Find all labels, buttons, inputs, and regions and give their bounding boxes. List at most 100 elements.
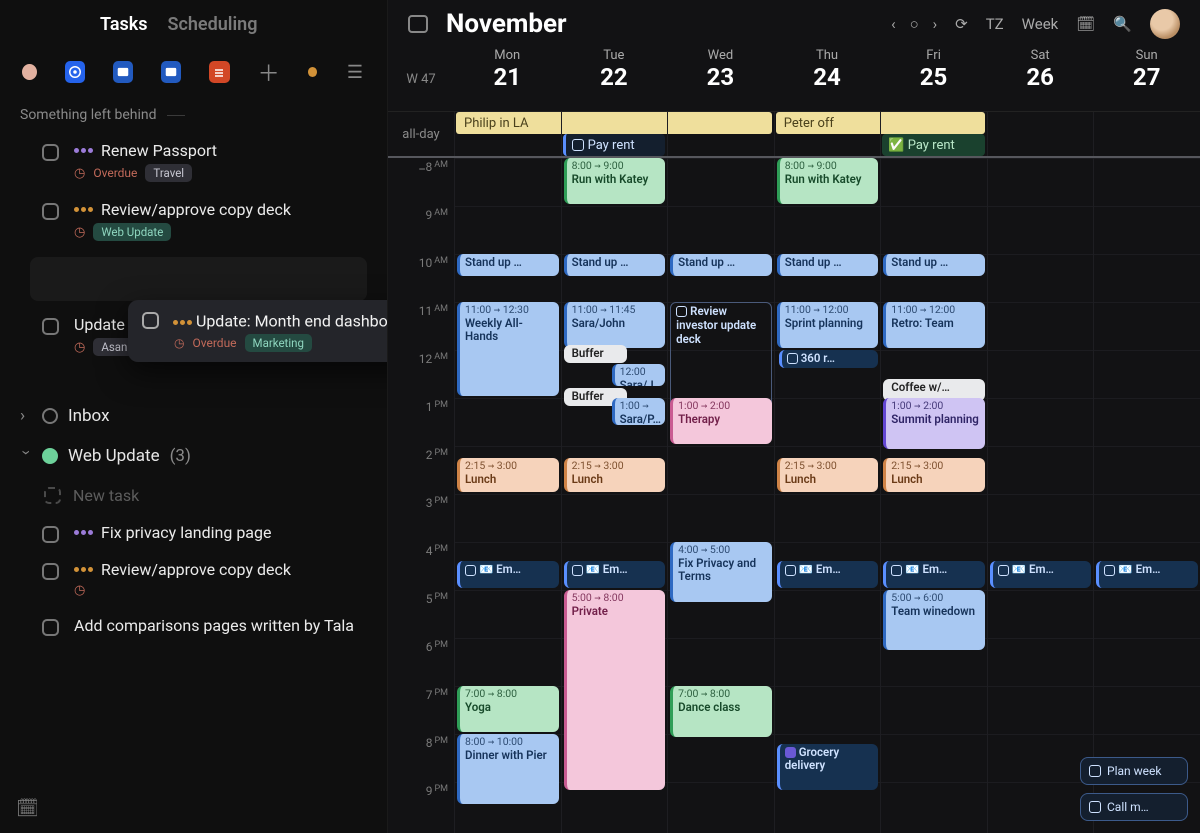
calendar-event[interactable]: 8:00 → 9:00Run with Katey [777, 158, 879, 204]
day-header-cell[interactable]: Tue22 [561, 48, 668, 111]
outlook-icon[interactable] [113, 61, 133, 83]
allday-cell[interactable] [667, 134, 774, 156]
allday-cell[interactable] [561, 112, 668, 134]
calendar-event[interactable]: 1:00 →Sara/P… [612, 398, 666, 425]
calendar-event[interactable]: 5:00 → 8:00Private [564, 590, 666, 790]
new-task-input[interactable]: New task [0, 476, 387, 515]
allday-cell[interactable] [987, 134, 1094, 156]
allday-cell[interactable] [880, 134, 987, 156]
calendar-footer-icon[interactable]: 🗓 [16, 798, 39, 819]
allday-cell[interactable] [1093, 112, 1200, 134]
day-column[interactable]: 📧 Em… [987, 158, 1094, 833]
todoist-icon[interactable] [209, 61, 229, 83]
checkbox-icon[interactable] [42, 318, 59, 335]
calendar-event[interactable]: Stand up … [564, 254, 666, 276]
checkbox-icon[interactable] [42, 526, 59, 543]
calendar-event[interactable]: 7:00 → 8:00Dance class [670, 686, 772, 737]
checkbox-icon[interactable] [465, 565, 476, 576]
calendar-event[interactable]: 8:00 → 9:00Run with Katey [564, 158, 666, 204]
checkbox-icon[interactable] [572, 565, 583, 576]
day-column[interactable]: 8:00 → 9:00Run with Katey Stand up … 11:00… [774, 158, 881, 833]
allday-cell[interactable] [454, 134, 561, 156]
view-selector[interactable]: Week [1022, 15, 1059, 33]
day-column[interactable]: Stand up …11:00 → 12:00Retro: TeamCoffee… [880, 158, 987, 833]
calendar-event[interactable]: Review investor update deck [670, 302, 772, 410]
calendar-event[interactable]: 📧 Em… [883, 561, 985, 588]
calendar-event[interactable]: 📧 Em… [1096, 561, 1198, 588]
tab-scheduling[interactable]: Scheduling [168, 14, 258, 35]
checkbox-icon[interactable] [42, 203, 59, 220]
task-item[interactable]: Add comparisons pages written by Tala [0, 608, 387, 645]
calendar-event[interactable]: 11:00 → 12:00Sprint planning [777, 302, 879, 348]
calendar-event[interactable]: 1:00 → 2:00Summit planning [883, 398, 985, 449]
calendar-event[interactable]: Grocery delivery [777, 744, 879, 790]
prev-week-icon[interactable]: ‹ [891, 15, 896, 33]
filter-dot-icon[interactable] [308, 67, 317, 77]
floating-task[interactable]: Call m… [1080, 793, 1188, 821]
checkbox-icon[interactable] [787, 353, 798, 364]
toggle-sidebar-icon[interactable] [408, 15, 428, 33]
time-grid[interactable]: − 8AM9AM10AM11AM12AM1PM2PM3PM4PM5PM6PM7P… [388, 158, 1200, 833]
checkbox-icon[interactable] [676, 306, 687, 317]
mini-calendar-icon[interactable]: 🗓 [1076, 15, 1095, 33]
calendar-event[interactable]: 11:00 → 12:00Retro: Team [883, 302, 985, 348]
calendar-event[interactable]: 11:00 → 11:45Sara/John [564, 302, 666, 348]
next-week-icon[interactable]: › [933, 15, 938, 33]
calendar-event[interactable]: 2:15 → 3:00Lunch [883, 458, 985, 492]
day-column[interactable]: Stand up … Review investor update deck1:0… [667, 158, 774, 833]
group-inbox[interactable]: › Inbox [0, 396, 387, 436]
day-header-cell[interactable]: Sat26 [987, 48, 1094, 111]
calendar-event[interactable]: 📧 Em… [990, 561, 1092, 588]
allday-cell[interactable] [1093, 134, 1200, 156]
allday-cell[interactable] [987, 112, 1094, 134]
day-column[interactable]: 📧 Em… [1093, 158, 1200, 833]
calendar-event[interactable]: Stand up … [670, 254, 772, 276]
avatar[interactable] [1150, 9, 1180, 39]
search-icon[interactable]: 🔍 [1113, 15, 1132, 33]
checkbox-icon[interactable] [1104, 565, 1115, 576]
calendar-event[interactable]: 2:15 → 3:00Lunch [564, 458, 666, 492]
allday-cell[interactable] [880, 112, 987, 134]
task-item[interactable]: Fix privacy landing page [0, 515, 387, 552]
calendar-event[interactable]: Stand up … [777, 254, 879, 276]
calendar-event[interactable]: 1:00 → 2:00Therapy [670, 398, 772, 444]
day-header-cell[interactable]: Fri25 [880, 48, 987, 111]
calendar-event[interactable]: 📧 Em… [564, 561, 666, 588]
calendar-event[interactable]: Buffer [564, 345, 628, 363]
floating-task[interactable]: Plan week [1080, 757, 1188, 785]
outlook2-icon[interactable] [161, 61, 181, 83]
add-integration-icon[interactable]: ＋ [258, 61, 280, 83]
calendar-event[interactable]: 11:00 → 12:30Weekly All-Hands [457, 302, 559, 396]
checkbox-icon[interactable] [998, 565, 1009, 576]
day-column[interactable]: Stand up … 11:00 → 12:30Weekly All-Hands 2… [454, 158, 561, 833]
checkbox-icon[interactable] [142, 312, 159, 329]
checkbox-icon[interactable] [891, 565, 902, 576]
dragging-task-card[interactable]: Update: Month end dashboard ◷ Overdue Ma… [128, 300, 388, 362]
asana-icon[interactable] [65, 61, 85, 83]
group-web-update[interactable]: › Web Update (3) [0, 436, 387, 476]
allday-cell[interactable] [561, 134, 668, 156]
list-view-icon[interactable]: ☰ [345, 61, 365, 83]
calendar-event[interactable]: Stand up … [457, 254, 559, 276]
calendar-event[interactable]: 4:00 → 5:00Fix Privacy and Terms [670, 542, 772, 602]
day-header-cell[interactable]: Mon21 [454, 48, 561, 111]
calendar-event[interactable]: 2:15 → 3:00Lunch [457, 458, 559, 492]
timezone-button[interactable]: TZ [986, 15, 1004, 33]
task-item[interactable]: Renew Passport ◷OverdueTravel [0, 133, 387, 192]
task-item[interactable]: Review/approve copy deck◷ [0, 552, 387, 608]
today-icon[interactable]: ○ [910, 15, 919, 33]
checkbox-icon[interactable] [42, 144, 59, 161]
calendar-event[interactable]: 8:00 → 10:00Dinner with Pier [457, 734, 559, 804]
calendar-event[interactable]: 360 r… [779, 350, 879, 368]
calendar-event[interactable]: 📧 Em… [777, 561, 879, 588]
allday-cell[interactable] [454, 112, 561, 134]
allday-cell[interactable] [774, 112, 881, 134]
checkbox-icon[interactable] [785, 565, 796, 576]
checkbox-icon[interactable] [42, 619, 59, 636]
checkbox-icon[interactable] [1089, 801, 1101, 813]
day-header-cell[interactable]: Thu24 [774, 48, 881, 111]
calendar-event[interactable]: 12:00Sara/J… [612, 364, 666, 386]
collapse-hours-icon[interactable]: − [418, 162, 426, 178]
calendar-event[interactable]: 5:00 → 6:00Team winedown [883, 590, 985, 650]
checkbox-icon[interactable] [42, 563, 59, 580]
